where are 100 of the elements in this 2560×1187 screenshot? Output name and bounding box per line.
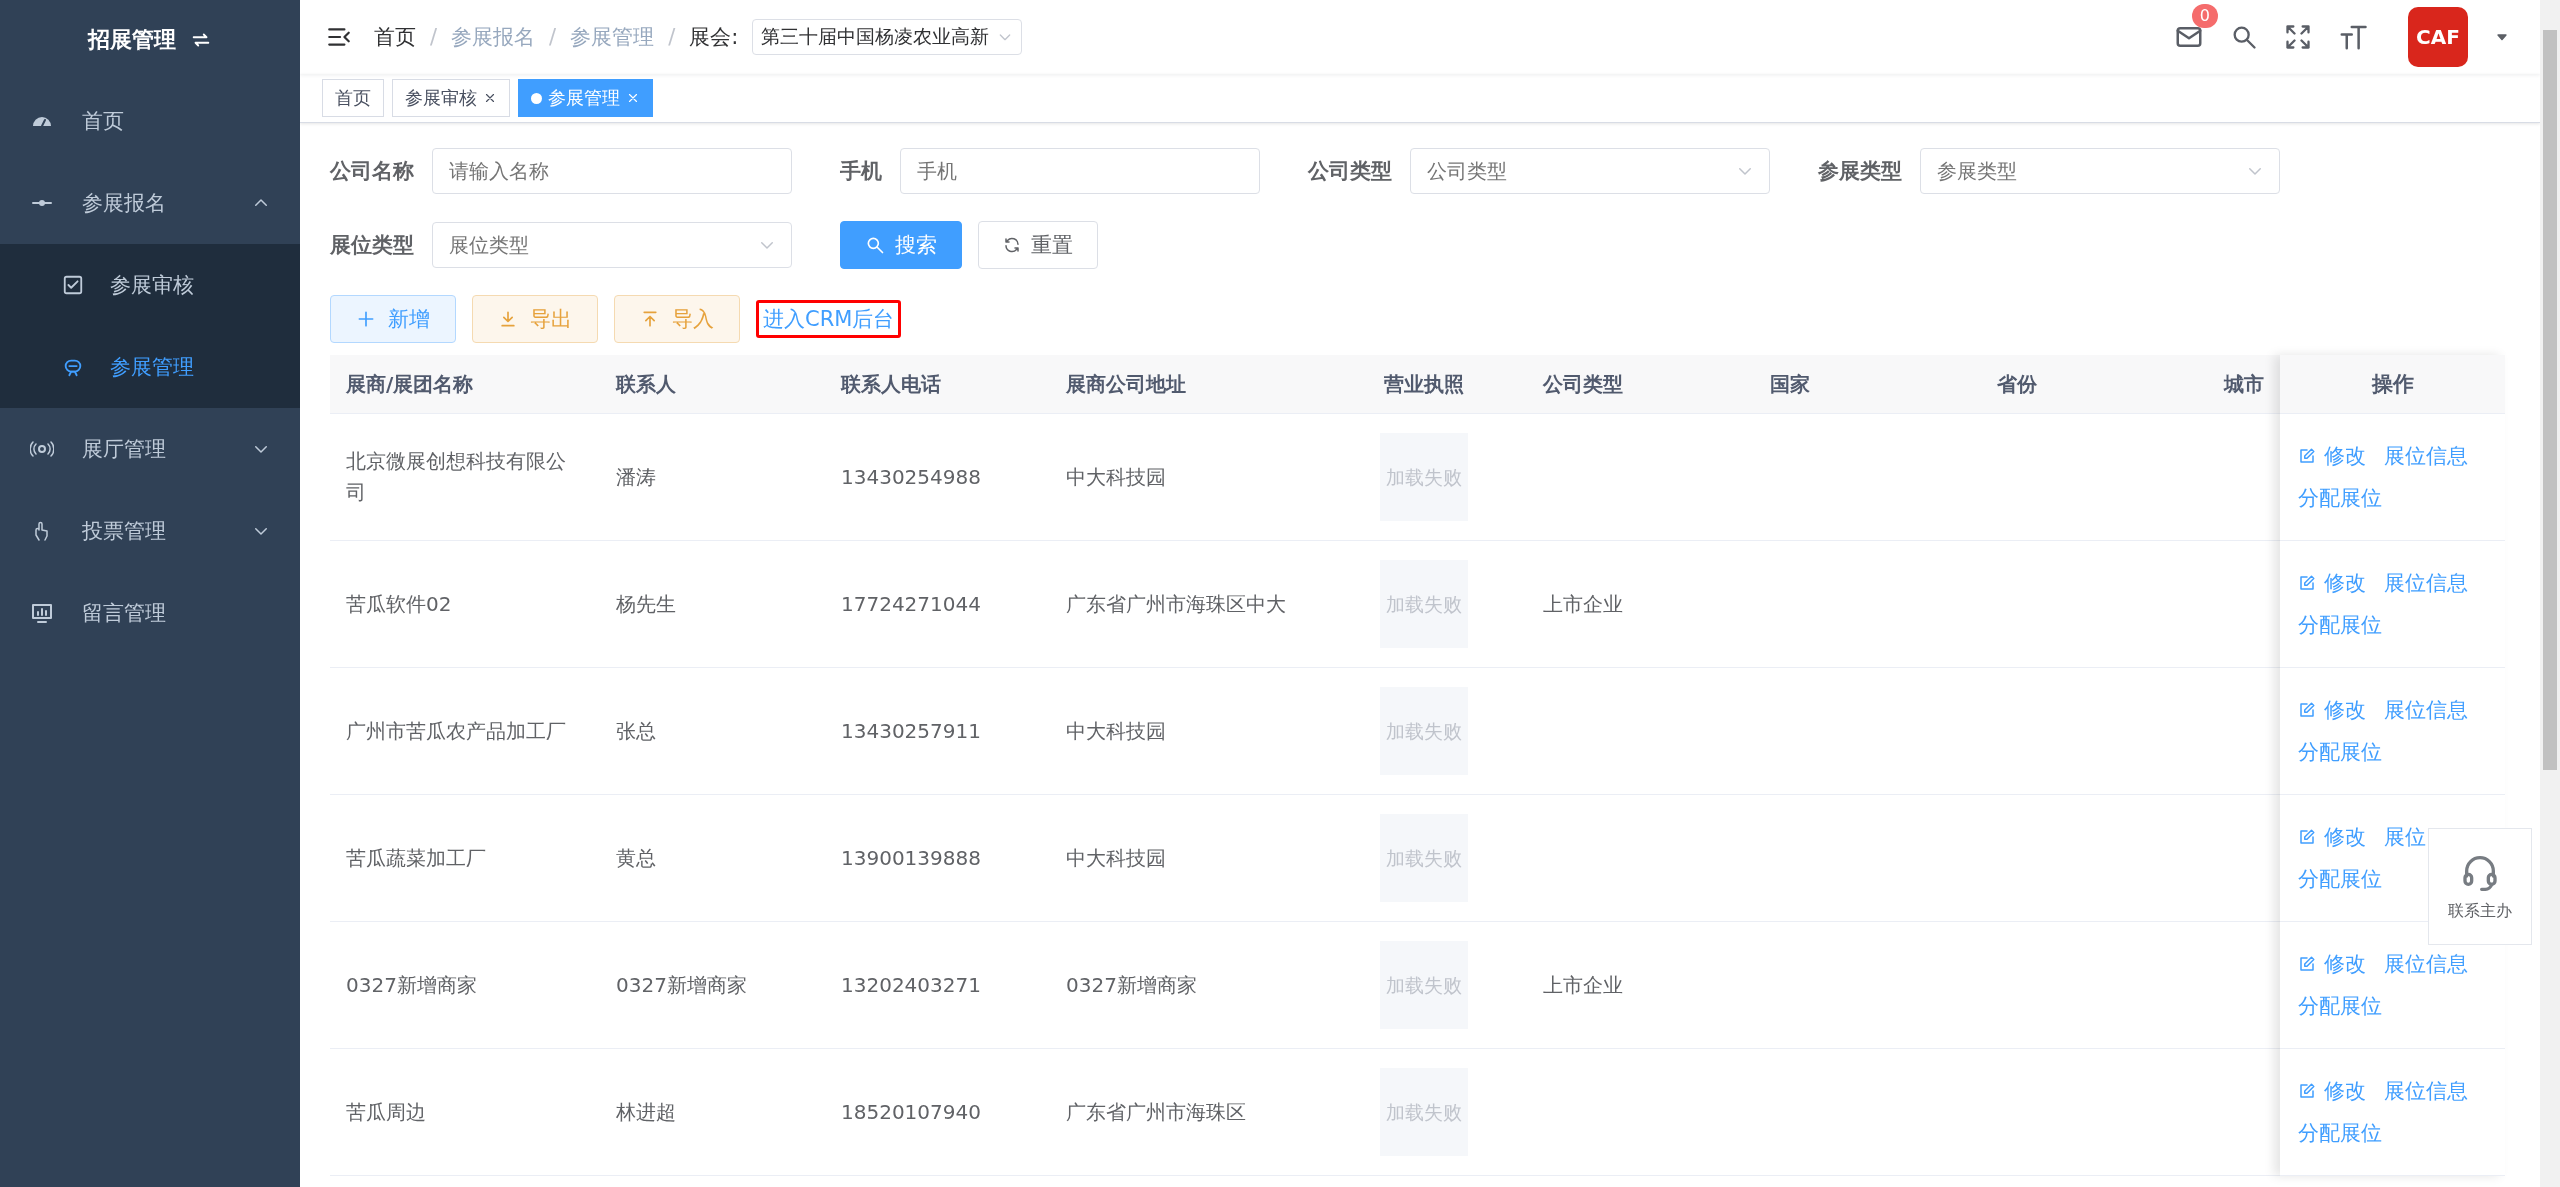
table-cell-text: 苦瓜蔬菜加工厂 (345, 844, 487, 872)
breadcrumb-link[interactable]: 参展管理 (570, 23, 655, 51)
checkbox-icon (62, 274, 84, 296)
edit-icon (2298, 955, 2316, 973)
close-icon[interactable] (483, 91, 497, 105)
table-cell-text: 林进超 (615, 1098, 677, 1126)
column-header: 国家 (1769, 370, 1811, 398)
select-field[interactable]: 公司类型 (1410, 148, 1770, 194)
upload-icon (640, 309, 660, 329)
booth-info-link[interactable]: 展位信息 (2384, 442, 2468, 470)
edit-link[interactable]: 修改 (2298, 823, 2366, 851)
column-header: 联系人电话 (839, 370, 942, 398)
search-icon (865, 235, 885, 255)
table-cell-text: 广东省广州市海珠区中大 (1065, 590, 1287, 618)
expo-label: 展会: (689, 24, 739, 51)
breadcrumb-link[interactable]: 首页 (374, 23, 416, 51)
avatar-logo[interactable]: CAF (2408, 7, 2468, 67)
edit-link[interactable]: 修改 (2298, 569, 2366, 597)
message-count-badge: 0 (2191, 4, 2218, 28)
table-cell-text: 黄总 (615, 844, 657, 872)
fullscreen-icon[interactable] (2284, 23, 2312, 51)
booth-info-link[interactable]: 展位信息 (2384, 569, 2468, 597)
input-field[interactable]: 手机 (900, 148, 1260, 194)
assign-booth-link[interactable]: 分配展位 (2298, 1119, 2382, 1147)
menu-item[interactable]: 留言管理 (0, 572, 300, 654)
table-cell-text: 上市企业 (1542, 971, 1624, 999)
table-cell-text: 潘涛 (615, 463, 657, 491)
edit-link[interactable]: 修改 (2298, 950, 2366, 978)
crm-link[interactable]: 进入CRM后台 (756, 300, 902, 338)
contact-widget[interactable]: 联系主办 (2428, 828, 2532, 945)
menu-item[interactable]: 投票管理 (0, 490, 300, 572)
assign-booth-link[interactable]: 分配展位 (2298, 484, 2382, 512)
field-label: 公司类型 (1308, 158, 1393, 185)
input-field[interactable]: 请输入名称 (432, 148, 792, 194)
field-label: 公司名称 (330, 158, 415, 185)
table-cell-text: 0327新增商家 (615, 971, 748, 999)
assign-booth-link[interactable]: 分配展位 (2298, 738, 2382, 766)
select-field[interactable]: 展位类型 (432, 222, 792, 268)
column-header: 城市 (2222, 370, 2265, 398)
assign-booth-link[interactable]: 分配展位 (2298, 611, 2382, 639)
booth-info-link[interactable]: 展位信息 (2384, 1077, 2468, 1105)
table-cell-text: 0327新增商家 (345, 971, 478, 999)
refresh-icon (1003, 236, 1021, 254)
submenu-item[interactable]: 参展管理 (0, 326, 300, 408)
table-cell-text: 13430257911 (840, 717, 982, 745)
edit-icon (2298, 1082, 2316, 1100)
assign-booth-link[interactable]: 分配展位 (2298, 865, 2382, 893)
assign-booth-link[interactable]: 分配展位 (2298, 992, 2382, 1020)
field-label: 手机 (840, 158, 883, 185)
table-cell-text: 13202403271 (840, 971, 982, 999)
breadcrumb-link[interactable]: 参展报名 (451, 23, 536, 51)
dash-icon (32, 200, 52, 206)
table-cell-text: 苦瓜软件02 (345, 590, 453, 618)
menu-item[interactable]: 首页 (0, 80, 300, 162)
column-header: 营业执照 (1382, 370, 1465, 398)
column-header: 公司类型 (1541, 370, 1624, 398)
booth-info-link[interactable]: 展位 (2384, 823, 2426, 851)
table-cell-text: 北京微展创想科技有限公司 (345, 448, 567, 506)
monitor-icon (30, 601, 54, 625)
search-button[interactable]: 搜索 (840, 221, 962, 269)
edit-icon (2298, 828, 2316, 846)
table-cell-text: 广东省广州市海珠区 (1065, 1098, 1247, 1126)
table-cell-text: 杨先生 (615, 590, 677, 618)
table-cell-text: 13900139888 (840, 844, 982, 872)
expo-select[interactable]: 第三十届中国杨凌农业高新 (752, 19, 1023, 55)
reset-button[interactable]: 重置 (978, 221, 1098, 269)
booth-info-link[interactable]: 展位信息 (2384, 696, 2468, 724)
tab[interactable]: 参展管理 (518, 79, 653, 117)
column-header: 操作 (2371, 371, 2414, 398)
edit-icon (2298, 447, 2316, 465)
column-header: 展商公司地址 (1065, 370, 1187, 398)
edit-link[interactable]: 修改 (2298, 442, 2366, 470)
import-button[interactable]: 导入 (614, 295, 740, 343)
export-button[interactable]: 导出 (472, 295, 598, 343)
table-cell-text: 中大科技园 (1065, 717, 1167, 745)
scrollbar[interactable] (2540, 0, 2560, 1187)
table-cell-text: 0327新增商家 (1065, 971, 1198, 999)
table-cell-text: 13430254988 (840, 463, 982, 491)
add-button[interactable]: 新增 (330, 295, 456, 343)
submenu-item[interactable]: 参展审核 (0, 244, 300, 326)
table-cell-text: 中大科技园 (1065, 463, 1167, 491)
edit-link[interactable]: 修改 (2298, 1077, 2366, 1105)
download-icon (498, 309, 518, 329)
select-field[interactable]: 参展类型 (1920, 148, 2280, 194)
menu-item[interactable]: 展厅管理 (0, 408, 300, 490)
edit-link[interactable]: 修改 (2298, 696, 2366, 724)
active-dot-icon (531, 92, 542, 104)
column-header: 展商/展团名称 (345, 370, 475, 398)
menu-item[interactable]: 参展报名 (0, 162, 300, 244)
booth-info-link[interactable]: 展位信息 (2384, 950, 2468, 978)
plus-icon (356, 309, 376, 329)
breadcrumb-separator: / (430, 25, 438, 49)
field-label: 展位类型 (330, 232, 415, 259)
table-cell-text: 上市企业 (1542, 590, 1624, 618)
tab[interactable]: 首页 (322, 79, 384, 117)
app-title: 招展管理 (88, 26, 176, 54)
column-header: 省份 (1996, 370, 2038, 398)
tab[interactable]: 参展审核 (392, 79, 510, 117)
field-label: 参展类型 (1818, 158, 1903, 185)
table-cell-text: 17724271044 (840, 590, 982, 618)
